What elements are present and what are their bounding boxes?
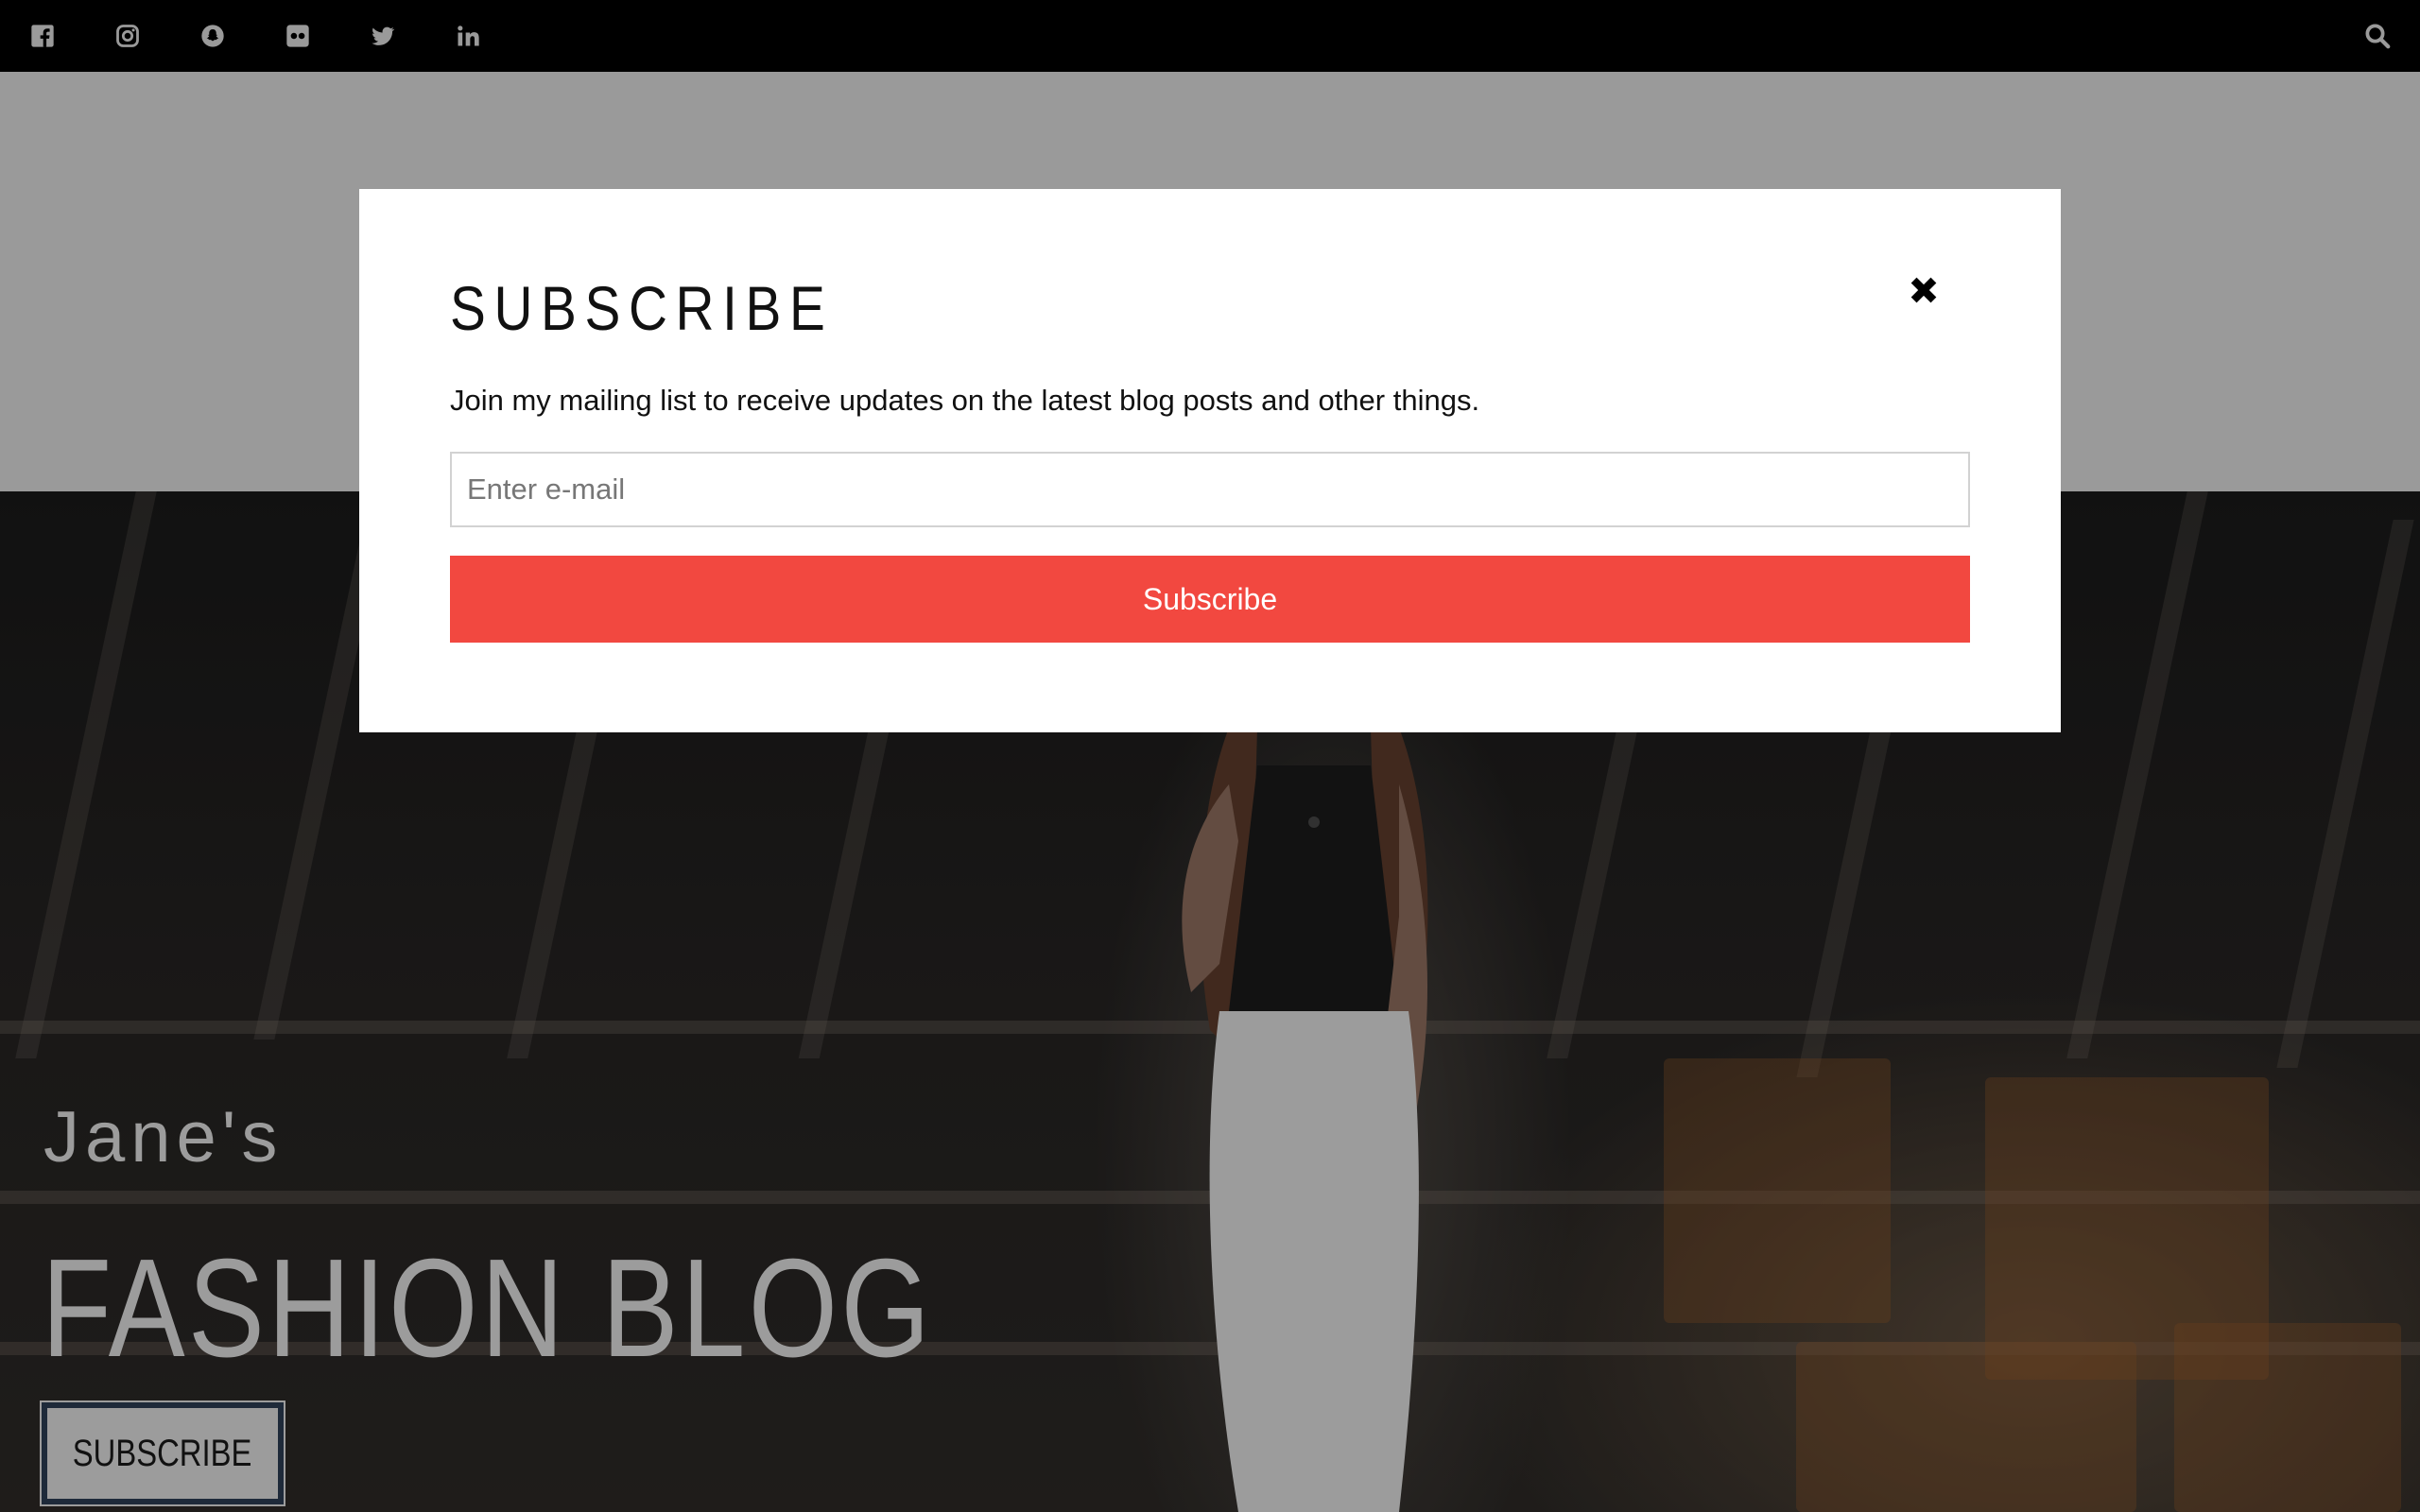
linkedin-icon[interactable]	[440, 0, 496, 72]
modal-description: Join my mailing list to receive updates …	[450, 384, 1480, 417]
twitter-icon[interactable]	[354, 0, 411, 72]
subscribe-button[interactable]: Subscribe	[450, 556, 1970, 643]
close-icon	[1910, 277, 1937, 303]
modal-close-button[interactable]	[1900, 266, 1947, 314]
modal-title: SUBSCRIBE	[450, 273, 834, 343]
search-button[interactable]	[2335, 0, 2420, 72]
instagram-icon[interactable]	[99, 0, 156, 72]
email-input[interactable]	[450, 452, 1970, 527]
subscribe-modal: SUBSCRIBE Join my mailing list to receiv…	[359, 189, 2061, 732]
hero-subscribe-button[interactable]: SUBSCRIBE	[40, 1400, 285, 1506]
top-bar	[0, 0, 2420, 72]
search-icon	[2365, 24, 2391, 49]
hero-title: FASHION BLOG	[42, 1230, 934, 1386]
hero-tagline: Jane's	[43, 1097, 284, 1177]
snapchat-icon[interactable]	[184, 0, 241, 72]
facebook-icon[interactable]	[14, 0, 71, 72]
flickr-icon[interactable]	[269, 0, 326, 72]
hero-subscribe-label: SUBSCRIBE	[73, 1432, 252, 1474]
